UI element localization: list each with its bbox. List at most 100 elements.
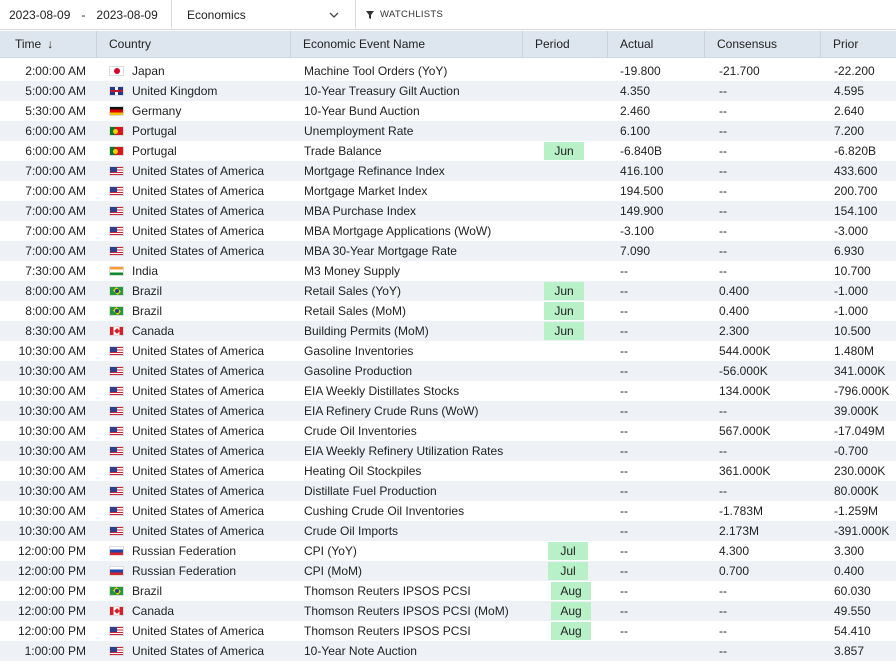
- cell-event[interactable]: CPI (YoY): [291, 541, 523, 561]
- table-row[interactable]: 10:30:00 AM United States of America Cushi…: [0, 501, 896, 521]
- cell-event[interactable]: MBA Mortgage Applications (WoW): [291, 221, 523, 241]
- cell-time: 7:00:00 AM: [25, 224, 86, 238]
- cell-time: 10:30:00 AM: [18, 344, 86, 358]
- table-row[interactable]: 8:00:00 AM Brazil Retail Sales (YoY) Jun -- 0…: [0, 281, 896, 301]
- table-row[interactable]: 12:00:00 PM Brazil Thomson Reuters IPSOS P…: [0, 581, 896, 601]
- table-row[interactable]: 10:30:00 AM United States of America Crude…: [0, 421, 896, 441]
- table-row[interactable]: 10:30:00 AM United States of America Gasol…: [0, 361, 896, 381]
- cell-time: 12:00:00 PM: [17, 544, 86, 558]
- table-row[interactable]: 12:00:00 PM Russian Federation CPI (YoY) Ju…: [0, 541, 896, 561]
- cell-event[interactable]: Machine Tool Orders (YoY): [291, 61, 523, 81]
- column-header-actual[interactable]: Actual: [608, 31, 705, 58]
- cell-event[interactable]: Building Permits (MoM): [291, 321, 523, 341]
- period-badge: Jun: [544, 322, 584, 340]
- category-select[interactable]: Economics: [172, 0, 356, 29]
- table-row[interactable]: 12:00:00 PM Russian Federation CPI (MoM) Ju…: [0, 561, 896, 581]
- cell-period: [523, 161, 608, 181]
- table-row[interactable]: 12:00:00 PM United States of America Thoms…: [0, 621, 896, 641]
- cell-event[interactable]: 10-Year Bund Auction: [291, 101, 523, 121]
- cell-event[interactable]: EIA Weekly Refinery Utilization Rates: [291, 441, 523, 461]
- table-row[interactable]: 10:30:00 AM United States of America Crude…: [0, 521, 896, 541]
- table-row[interactable]: 8:30:00 AM Canada Building Permits (MoM) Ju…: [0, 321, 896, 341]
- cell-consensus: --: [719, 124, 727, 138]
- cell-event[interactable]: Gasoline Inventories: [291, 341, 523, 361]
- cell-event[interactable]: Mortgage Refinance Index: [291, 161, 523, 181]
- flag-jp-icon: [109, 66, 124, 76]
- table-row[interactable]: 5:00:00 AM United Kingdom 10-Year Treasury…: [0, 81, 896, 101]
- watchlists-button[interactable]: WATCHLISTS: [356, 0, 443, 29]
- column-header-event[interactable]: Economic Event Name: [291, 31, 523, 58]
- cell-consensus: 361.000K: [719, 464, 771, 478]
- cell-event[interactable]: Gasoline Production: [291, 361, 523, 381]
- cell-event[interactable]: 10-Year Treasury Gilt Auction: [291, 81, 523, 101]
- table-row[interactable]: 10:30:00 AM United States of America Gasol…: [0, 341, 896, 361]
- cell-event[interactable]: Mortgage Market Index: [291, 181, 523, 201]
- cell-country: Russian Federation: [97, 561, 291, 581]
- cell-time: 7:00:00 AM: [25, 164, 86, 178]
- table-row[interactable]: 10:30:00 AM United States of America Disti…: [0, 481, 896, 501]
- flag-us-icon: [109, 246, 124, 256]
- table-row[interactable]: 10:30:00 AM United States of America EIA W…: [0, 441, 896, 461]
- table-row[interactable]: 10:30:00 AM United States of America EIA R…: [0, 401, 896, 421]
- column-header-consensus[interactable]: Consensus: [705, 31, 821, 58]
- table-row[interactable]: 1:00:00 PM United States of America 10-Yea…: [0, 641, 896, 661]
- cell-period: [523, 641, 608, 661]
- table-row[interactable]: 10:30:00 AM United States of America EIA W…: [0, 381, 896, 401]
- column-header-country[interactable]: Country: [97, 31, 291, 58]
- column-header-time[interactable]: Time ↓: [0, 31, 97, 58]
- table-row[interactable]: 6:00:00 AM Portugal Unemployment Rate 6.100…: [0, 121, 896, 141]
- table-row[interactable]: 7:00:00 AM United States of America Mortga…: [0, 181, 896, 201]
- cell-event[interactable]: Heating Oil Stockpiles: [291, 461, 523, 481]
- cell-event[interactable]: M3 Money Supply: [291, 261, 523, 281]
- table-row[interactable]: 7:00:00 AM United States of America MBA Pu…: [0, 201, 896, 221]
- cell-actual: --: [620, 384, 628, 398]
- table-row[interactable]: 7:30:00 AM India M3 Money Supply -- -- 10.700: [0, 261, 896, 281]
- cell-event[interactable]: MBA Purchase Index: [291, 201, 523, 221]
- cell-event[interactable]: Cushing Crude Oil Inventories: [291, 501, 523, 521]
- table-row[interactable]: 8:00:00 AM Brazil Retail Sales (MoM) Jun -- 0…: [0, 301, 896, 321]
- cell-event[interactable]: Retail Sales (YoY): [291, 281, 523, 301]
- cell-event[interactable]: Unemployment Rate: [291, 121, 523, 141]
- table-row[interactable]: 7:00:00 AM United States of America MBA 30…: [0, 241, 896, 261]
- cell-country: United States of America: [97, 221, 291, 241]
- country-name: Canada: [132, 604, 175, 618]
- cell-time: 10:30:00 AM: [18, 464, 86, 478]
- cell-country: United States of America: [97, 521, 291, 541]
- column-header-prior[interactable]: Prior: [821, 31, 896, 58]
- cell-event[interactable]: Crude Oil Imports: [291, 521, 523, 541]
- table-body: 2:00:00 AM Japan Machine Tool Orders (YoY)…: [0, 61, 896, 661]
- cell-event[interactable]: CPI (MoM): [291, 561, 523, 581]
- table-row[interactable]: 12:00:00 PM Canada Thomson Reuters IPSOS P…: [0, 601, 896, 621]
- country-name: United States of America: [132, 624, 265, 638]
- date-from[interactable]: 2023-08-09: [9, 8, 70, 22]
- cell-event[interactable]: Crude Oil Inventories: [291, 421, 523, 441]
- cell-country: United States of America: [97, 161, 291, 181]
- cell-event[interactable]: Thomson Reuters IPSOS PCSI (MoM): [291, 601, 523, 621]
- column-header-period[interactable]: Period: [523, 31, 608, 58]
- cell-event[interactable]: Thomson Reuters IPSOS PCSI: [291, 621, 523, 641]
- cell-country: Brazil: [97, 581, 291, 601]
- table-row[interactable]: 7:00:00 AM United States of America Mortga…: [0, 161, 896, 181]
- table-row[interactable]: 7:00:00 AM United States of America MBA Mo…: [0, 221, 896, 241]
- table-row[interactable]: 6:00:00 AM Portugal Trade Balance Jun -6.840…: [0, 141, 896, 161]
- cell-consensus: 2.173M: [719, 524, 760, 538]
- country-name: United States of America: [132, 464, 265, 478]
- table-row[interactable]: 2:00:00 AM Japan Machine Tool Orders (YoY)…: [0, 61, 896, 81]
- cell-event[interactable]: 10-Year Note Auction: [291, 641, 523, 661]
- cell-event[interactable]: EIA Refinery Crude Runs (WoW): [291, 401, 523, 421]
- country-name: United States of America: [132, 164, 265, 178]
- cell-event[interactable]: Retail Sales (MoM): [291, 301, 523, 321]
- cell-event[interactable]: Distillate Fuel Production: [291, 481, 523, 501]
- cell-actual: 416.100: [620, 164, 664, 178]
- table-row[interactable]: 10:30:00 AM United States of America Heati…: [0, 461, 896, 481]
- cell-event[interactable]: EIA Weekly Distillates Stocks: [291, 381, 523, 401]
- cell-event[interactable]: MBA 30-Year Mortgage Rate: [291, 241, 523, 261]
- table-row[interactable]: 5:30:00 AM Germany 10-Year Bund Auction 2.4…: [0, 101, 896, 121]
- cell-consensus: --: [719, 164, 727, 178]
- date-range-picker[interactable]: 2023-08-09 - 2023-08-09: [0, 0, 172, 29]
- cell-period: [523, 221, 608, 241]
- cell-event[interactable]: Thomson Reuters IPSOS PCSI: [291, 581, 523, 601]
- date-to[interactable]: 2023-08-09: [96, 8, 157, 22]
- cell-time: 10:30:00 AM: [18, 404, 86, 418]
- cell-event[interactable]: Trade Balance: [291, 141, 523, 161]
